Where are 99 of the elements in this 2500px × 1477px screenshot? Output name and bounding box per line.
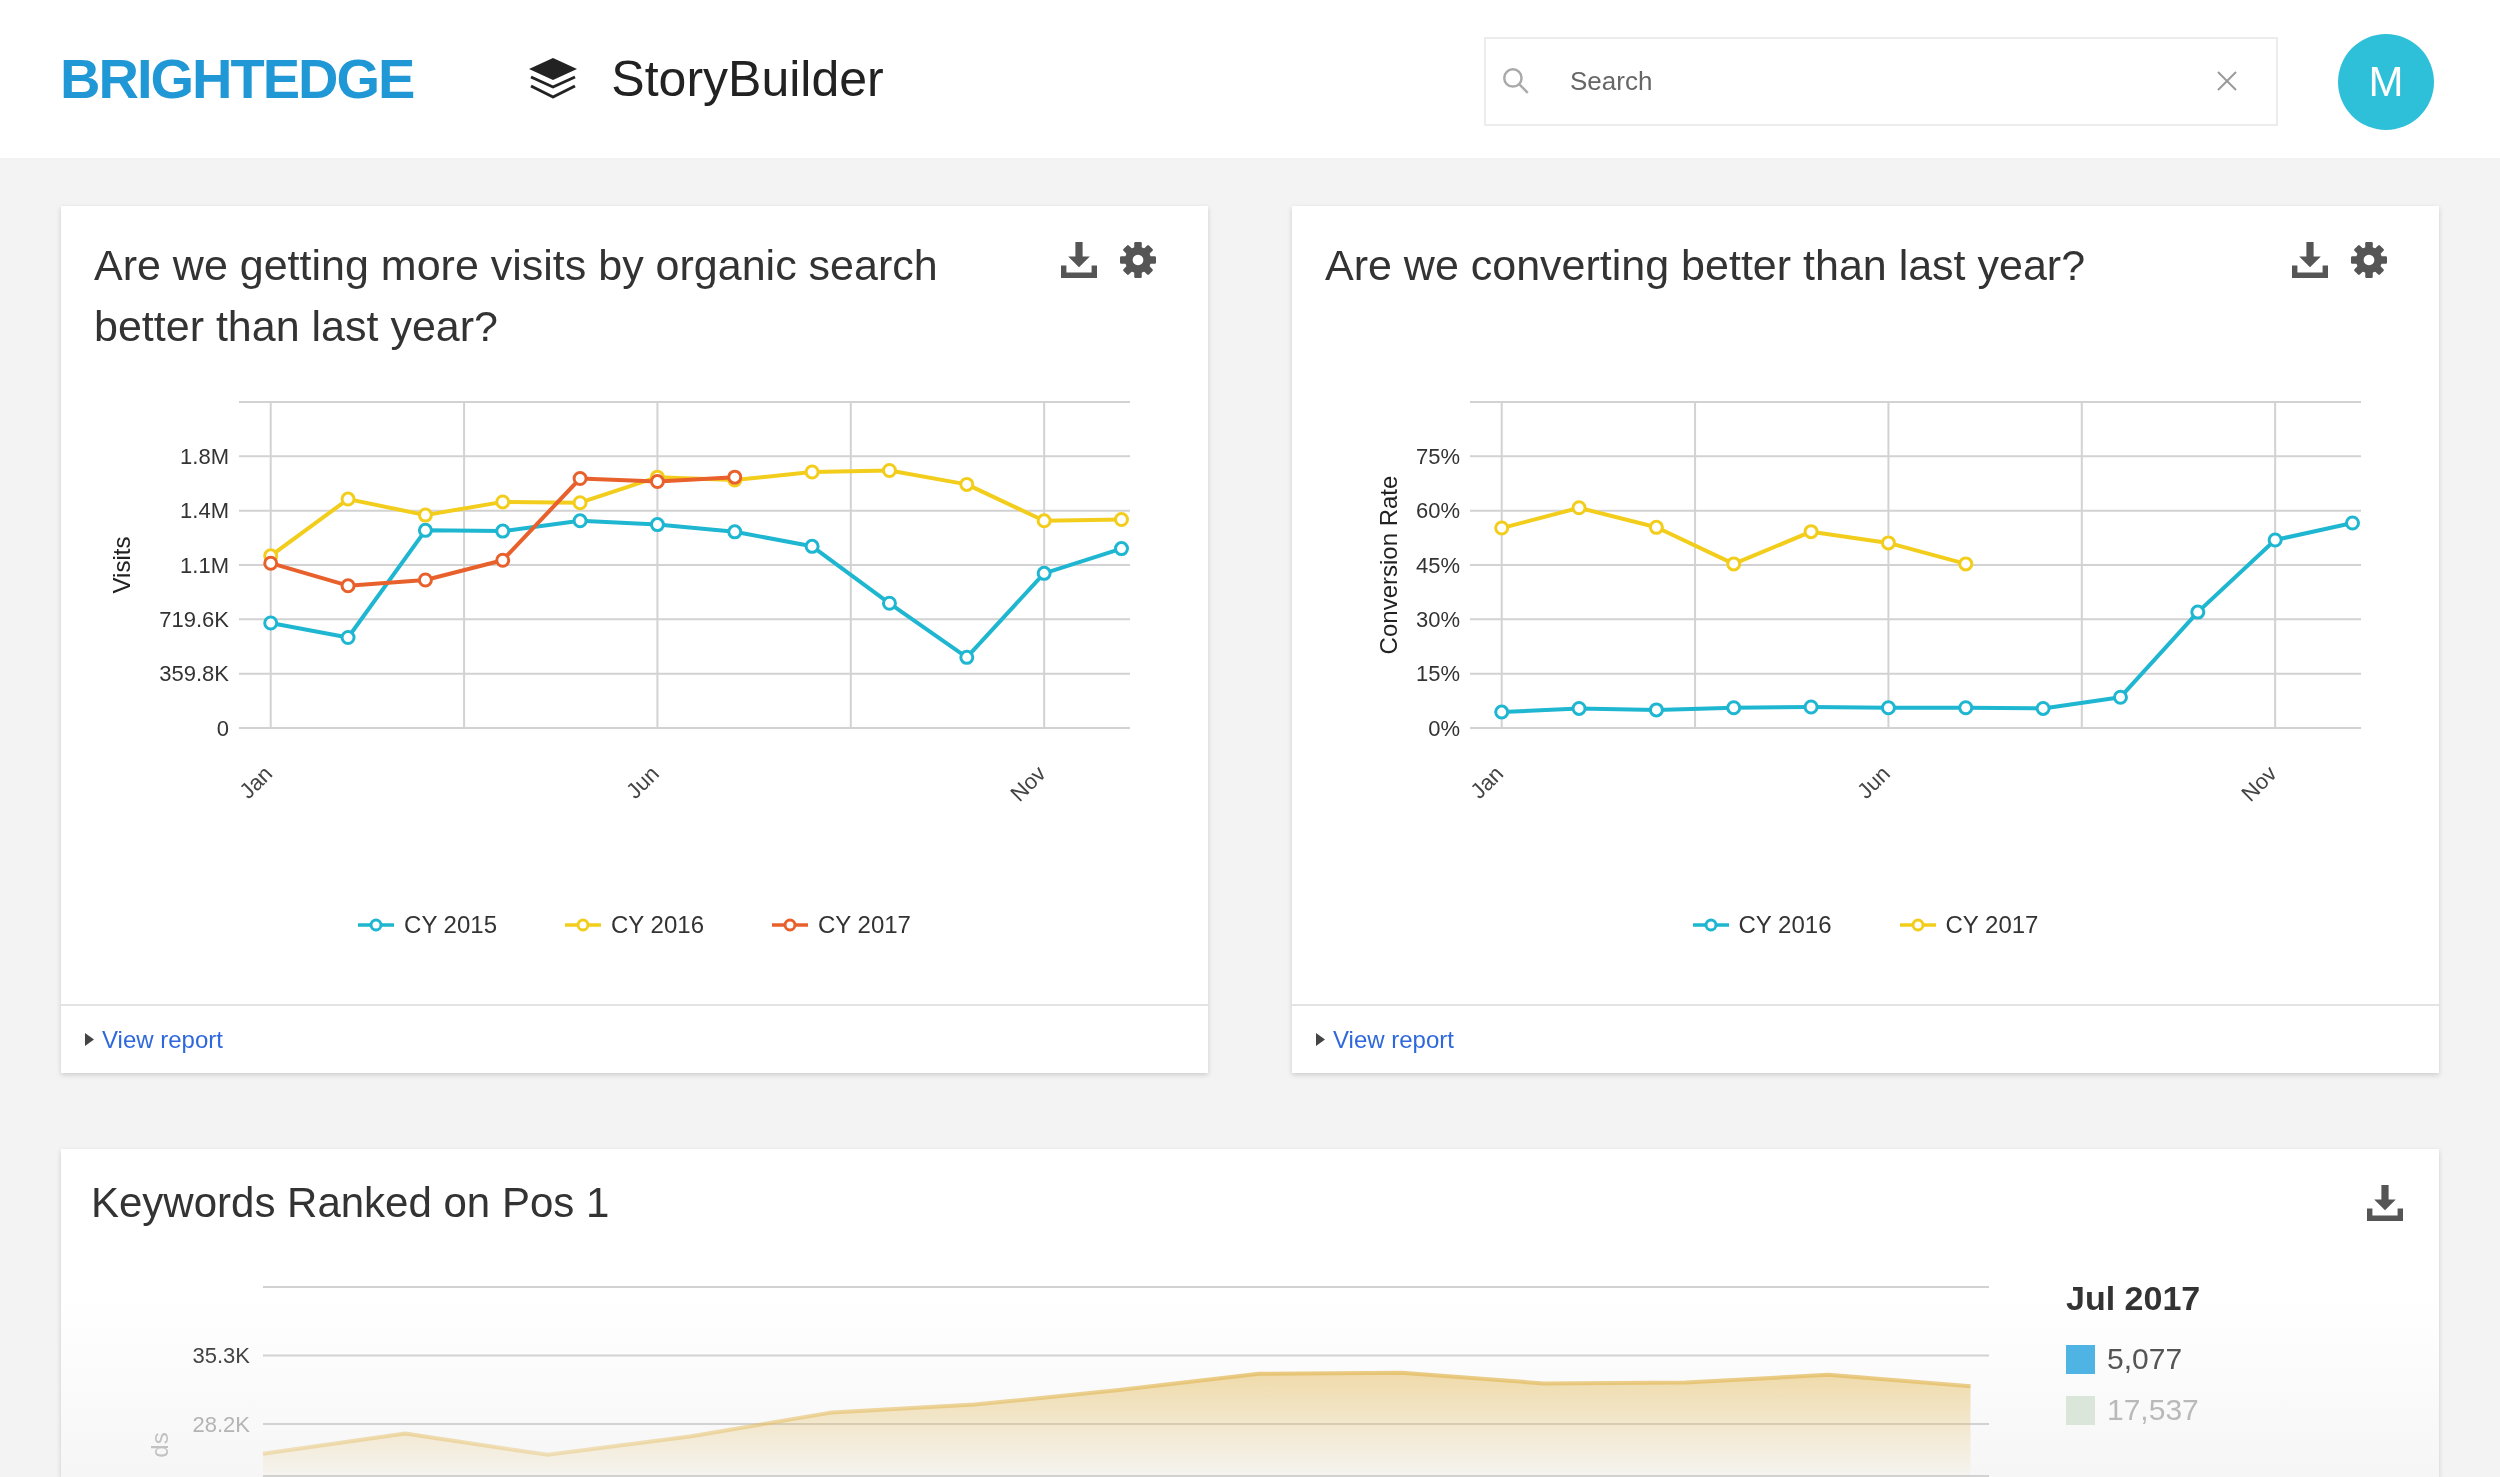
point <box>804 538 820 554</box>
legend-label: CY 2016 <box>1738 911 1832 939</box>
axis-tick-label: Jan <box>234 760 278 804</box>
point <box>727 524 743 540</box>
search-field[interactable]: Search <box>1484 36 2278 126</box>
legend-title: Jul 2017 <box>2066 1278 2201 1318</box>
point <box>263 615 279 631</box>
legend-marker-icon <box>1899 918 1936 932</box>
axis-title: Conversion Rate <box>1375 475 1403 655</box>
layers-icon <box>528 57 579 101</box>
point <box>495 523 511 539</box>
point <box>649 474 665 490</box>
axis-tick-label: 1.4M <box>180 498 229 524</box>
point <box>1648 519 1664 535</box>
point <box>1571 700 1587 716</box>
point <box>340 630 356 646</box>
point <box>2190 604 2206 620</box>
point <box>572 513 588 529</box>
axis-tick-label: 1.8M <box>180 444 229 470</box>
axis-tick-label: Nov <box>1005 760 1051 807</box>
axis-tick-label: 30% <box>1415 607 1460 633</box>
axis-title: Visits <box>108 536 136 594</box>
axis-tick-label: 45% <box>1415 552 1460 578</box>
point <box>1880 535 1896 551</box>
point <box>1958 556 1974 572</box>
card-title: Are we getting more visits by organic search better than last year? <box>94 240 939 352</box>
point <box>263 555 279 571</box>
axis-tick-label: 60% <box>1415 498 1460 524</box>
card-title: Are we converting better than last year? <box>1325 240 2086 291</box>
legend-value: 17,537 <box>2107 1393 2199 1427</box>
legend-value: 5,077 <box>2107 1342 2183 1376</box>
download-icon[interactable] <box>2292 242 2328 278</box>
axis-tick-label: Jan <box>1465 760 1509 804</box>
point <box>1036 513 1052 529</box>
axis-tick-label: 1.1M <box>180 552 229 578</box>
point <box>2112 689 2128 705</box>
view-report-link[interactable]: View report <box>85 1025 223 1054</box>
point <box>1880 700 1896 716</box>
legend-marker-icon <box>1692 918 1729 932</box>
point <box>572 495 588 511</box>
settings-icon[interactable] <box>1120 242 1156 278</box>
point <box>495 552 511 568</box>
legend-label: CY 2016 <box>611 911 704 939</box>
point <box>881 595 897 611</box>
download-icon[interactable] <box>2367 1185 2403 1221</box>
point <box>417 572 433 588</box>
settings-icon[interactable] <box>2351 242 2387 278</box>
axis-tick-label: 359.8K <box>159 661 229 687</box>
point <box>417 522 433 538</box>
axis-tick-label: Nov <box>2236 760 2282 807</box>
legend-label: CY 2017 <box>818 911 911 939</box>
point <box>572 471 588 487</box>
point <box>2267 532 2283 548</box>
axis-tick-label: 0 <box>216 715 229 741</box>
point <box>1494 520 1510 536</box>
legend-marker-icon <box>772 918 808 932</box>
card-title: Keywords Ranked on Pos 1 <box>91 1178 610 1228</box>
view-report-link[interactable]: View report <box>1316 1025 1454 1054</box>
axis-tick-label: 719.6K <box>159 607 229 633</box>
axis-tick-label: 15% <box>1415 661 1460 687</box>
point <box>1571 500 1587 516</box>
point <box>959 649 975 665</box>
point <box>1726 700 1742 716</box>
point <box>2035 700 2051 716</box>
axis-tick-label: 28.2K <box>192 1411 250 1437</box>
point <box>1803 524 1819 540</box>
point <box>2344 515 2360 531</box>
legend-label: CY 2015 <box>404 911 497 939</box>
close-icon[interactable] <box>2217 71 2237 91</box>
search-icon <box>1503 68 1529 94</box>
point <box>340 491 356 507</box>
point <box>340 578 356 594</box>
point <box>1726 556 1742 572</box>
brand-logo[interactable]: BRIGHTEDGE <box>60 51 414 107</box>
point <box>417 507 433 523</box>
app-title: StoryBuilder <box>611 51 884 107</box>
point <box>1113 511 1129 527</box>
axis-tick-label: 75% <box>1415 444 1460 470</box>
point <box>1113 541 1129 557</box>
legend-marker-icon <box>565 918 601 932</box>
point <box>495 494 511 510</box>
axis-tick-label: 35.3K <box>192 1343 250 1369</box>
legend-marker-icon <box>358 918 395 932</box>
axis-tick-label: Jun <box>621 760 664 804</box>
point <box>1036 565 1052 581</box>
axis-tick-label: 0% <box>1428 715 1460 741</box>
point <box>649 517 665 533</box>
point <box>1803 699 1819 715</box>
caret-icon <box>85 1033 94 1046</box>
point <box>804 464 820 480</box>
caret-icon <box>1316 1033 1325 1046</box>
download-icon[interactable] <box>1061 242 1097 278</box>
axis-tick-label: Jun <box>1852 760 1895 804</box>
point <box>1494 704 1510 720</box>
legend-label: CY 2017 <box>1945 911 2039 939</box>
point <box>1958 700 1974 716</box>
point <box>881 463 897 479</box>
point <box>1648 702 1664 718</box>
point <box>959 476 975 492</box>
